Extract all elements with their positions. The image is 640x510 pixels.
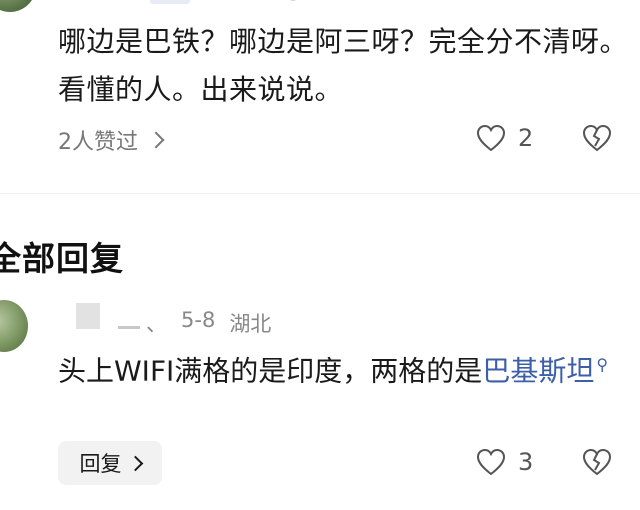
chevron-right-icon xyxy=(127,455,143,471)
like-button[interactable]: 3 xyxy=(476,448,533,476)
reply-button-label: 回复 xyxy=(79,452,122,476)
reply-meta: 、 5-8 湖北 xyxy=(146,308,271,338)
heart-outline-icon xyxy=(476,124,506,152)
reply-body: 头上WIFI满格的是印度，两格的是巴基斯坦 ⚲ xyxy=(58,342,618,394)
avatar[interactable] xyxy=(0,300,28,352)
reply-location: 湖北 xyxy=(229,312,272,336)
like-button[interactable]: 2 xyxy=(476,124,533,152)
comment-body: 哪边是巴铁？哪边是阿三呀？完全分不清呀。看懂的人。出来说说。 xyxy=(58,25,629,106)
section-title: 全部回复 xyxy=(0,239,124,278)
avatar[interactable] xyxy=(0,0,36,12)
like-count: 2 xyxy=(518,124,534,152)
username-redacted-underline xyxy=(118,326,140,329)
comment-thread-page: 哪边是巴铁？哪边是阿三呀？完全分不清呀。看懂的人。出来说说。 2人赞过 2 全部… xyxy=(0,0,640,510)
divider xyxy=(0,193,640,194)
dislike-button[interactable] xyxy=(582,448,612,480)
like-count: 3 xyxy=(518,448,534,476)
name-separator: 、 xyxy=(146,312,167,336)
meta-partial xyxy=(290,0,296,1)
username-partial[interactable] xyxy=(150,0,190,4)
search-icon[interactable]: ⚲ xyxy=(596,355,608,374)
username-redacted[interactable] xyxy=(76,303,100,329)
chevron-right-icon xyxy=(147,131,165,149)
broken-heart-icon xyxy=(582,124,612,152)
reply-date: 5-8 xyxy=(181,308,216,332)
reply-button[interactable]: 回复 xyxy=(58,441,162,485)
dislike-button[interactable] xyxy=(582,124,612,156)
likers-label: 2人赞过 xyxy=(58,130,138,155)
likers-link[interactable]: 2人赞过 xyxy=(58,124,165,156)
broken-heart-icon xyxy=(582,448,612,476)
search-link[interactable]: 巴基斯坦 xyxy=(482,354,594,387)
reply-text-plain: 头上WIFI满格的是印度，两格的是 xyxy=(58,354,483,388)
heart-outline-icon xyxy=(476,448,506,476)
